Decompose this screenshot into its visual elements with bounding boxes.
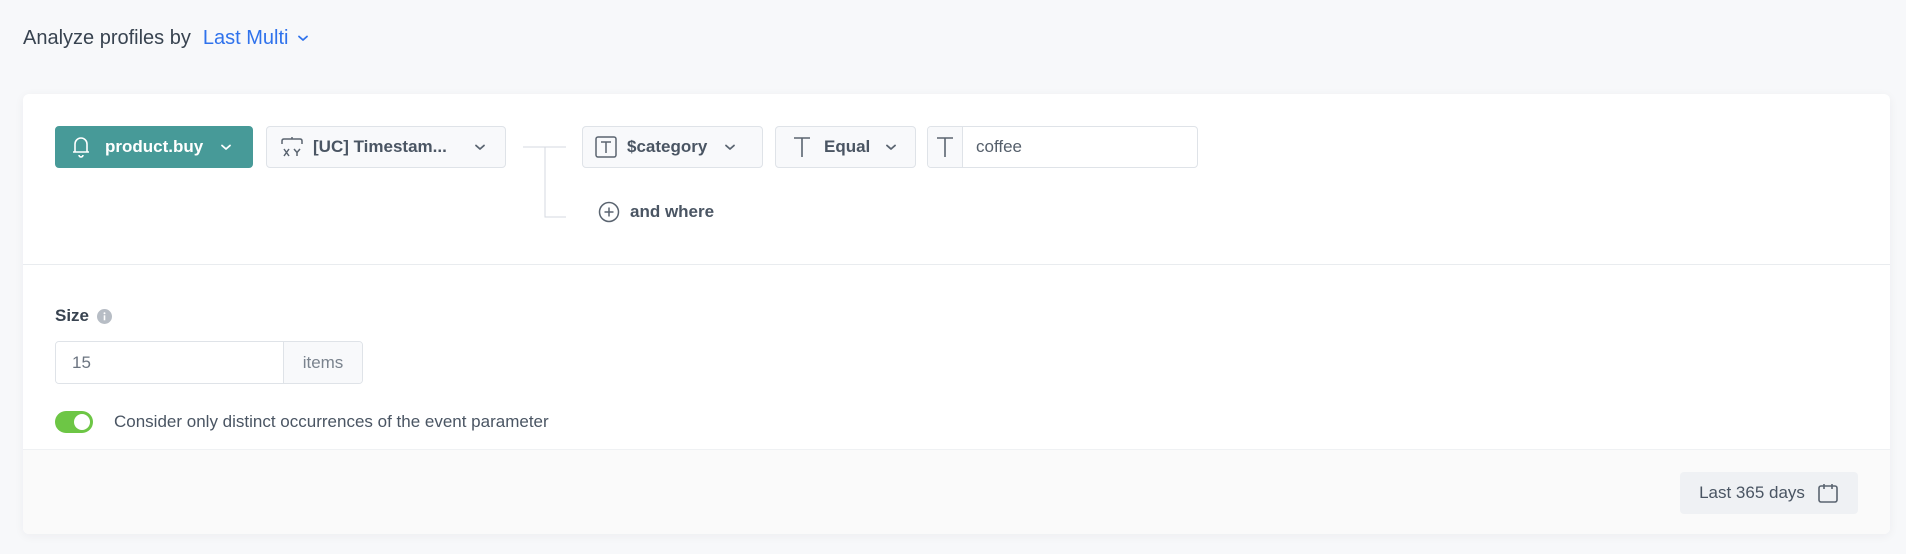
chevron-down-icon [886,144,897,150]
chevron-down-icon [221,144,232,150]
condition-value-field [927,126,1198,168]
add-condition-button[interactable]: and where [598,200,714,224]
page-title: Analyze profiles by [23,26,191,49]
parameter-select-button[interactable]: [UC] Timestam... [266,126,506,168]
date-range-label: Last 365 days [1699,483,1805,502]
condition-value-input[interactable] [963,127,1197,167]
size-input[interactable] [56,342,283,383]
text-t-icon [937,137,953,157]
filter-section: product.buy [UC] Timestam... $category E… [23,94,1890,265]
date-range-button[interactable]: Last 365 days [1680,472,1858,514]
size-label: Size [55,306,113,326]
size-label-text: Size [55,306,90,325]
plus-circle-icon [598,201,620,223]
condition-connector-lines [523,146,566,218]
chevron-down-icon [475,144,485,150]
attribute-select-button[interactable]: $category [582,126,763,168]
parameter-label: [UC] Timestam... [313,137,447,156]
page-header: Analyze profiles by Last Multi [23,22,310,54]
distinct-toggle-row: Consider only distinct occurrences of th… [55,411,549,433]
event-select-button[interactable]: product.buy [55,126,253,168]
chevron-down-icon [298,35,309,41]
analysis-type-label: Last Multi [202,26,289,49]
distinct-toggle-label: Consider only distinct occurrences of th… [114,412,549,431]
toggle-knob [74,414,90,430]
text-t-icon [794,137,810,157]
add-condition-label: and where [630,202,715,221]
xy-variable-icon [281,137,303,157]
info-icon[interactable] [97,308,113,324]
text-box-icon [595,136,617,158]
size-field: items [55,341,363,384]
event-label: product.buy [105,137,204,156]
bell-icon [73,137,89,158]
analysis-card: product.buy [UC] Timestam... $category E… [23,94,1890,534]
footer-section: Last 365 days [23,449,1890,534]
size-suffix: items [283,342,362,383]
chevron-down-icon [725,144,736,150]
distinct-toggle[interactable] [55,411,93,433]
operator-label: Equal [824,137,871,156]
analysis-type-selector[interactable]: Last Multi [203,27,311,50]
options-section: Size items Consider only distinct occurr… [23,266,1890,449]
attribute-label: $category [627,137,708,156]
calendar-icon [1818,484,1838,503]
value-type-indicator [928,127,963,167]
operator-select-button[interactable]: Equal [775,126,916,168]
